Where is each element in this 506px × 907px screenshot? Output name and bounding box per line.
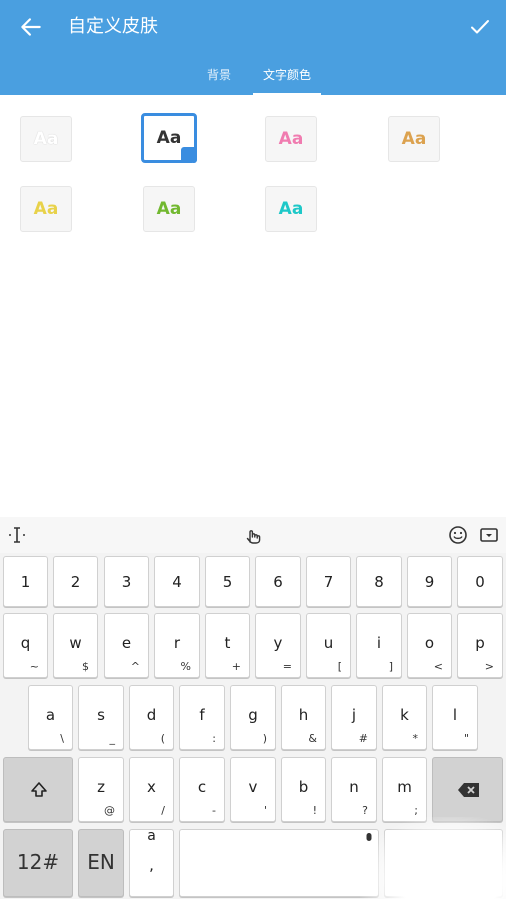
emoji-icon[interactable] xyxy=(447,524,469,546)
key-f[interactable]: f: xyxy=(179,685,225,750)
key-e[interactable]: e ^ xyxy=(104,613,149,678)
key-i[interactable]: i] xyxy=(356,613,402,678)
key-x[interactable]: x / xyxy=(129,757,174,822)
key-w[interactable]: w $ xyxy=(53,613,98,678)
key-n[interactable]: n? xyxy=(331,757,377,822)
space-bar[interactable] xyxy=(179,829,379,897)
confirm-check-icon[interactable] xyxy=(468,14,492,40)
numbers-symbols-key[interactable]: 12# xyxy=(3,829,73,897)
key-p[interactable]: p > xyxy=(457,613,503,678)
backspace-icon xyxy=(458,783,479,797)
key-1[interactable]: 1 xyxy=(3,556,48,607)
key-t[interactable]: t + xyxy=(205,613,250,678)
key-7[interactable]: 7 xyxy=(306,556,351,607)
key-h[interactable]: h & xyxy=(281,685,326,750)
tab-background[interactable]: 背景 xyxy=(190,58,248,95)
key-g[interactable]: g) xyxy=(230,685,276,750)
back-arrow-icon[interactable] xyxy=(18,14,44,40)
key-u[interactable]: u[ xyxy=(306,613,351,678)
swatch-orange[interactable]: Aa xyxy=(388,116,440,162)
swatch-yellow[interactable]: Aa xyxy=(20,186,72,232)
swatch-green[interactable]: Aa xyxy=(143,186,195,232)
key-q[interactable]: q ~ xyxy=(3,613,48,678)
key-v[interactable]: v ' xyxy=(230,757,276,822)
key-o[interactable]: o < xyxy=(407,613,452,678)
key-2[interactable]: 2 xyxy=(53,556,98,607)
backspace-key[interactable] xyxy=(432,757,503,822)
language-key[interactable]: EN xyxy=(78,829,124,897)
text-cursor-icon[interactable] xyxy=(6,524,28,546)
key-a[interactable]: a \ xyxy=(28,685,73,750)
key-3[interactable]: 3 xyxy=(104,556,149,607)
key-0[interactable]: 0 xyxy=(457,556,503,607)
key-8[interactable]: 8 xyxy=(356,556,402,607)
key-l[interactable]: l " xyxy=(432,685,478,750)
key-b[interactable]: b! xyxy=(281,757,326,822)
key-d[interactable]: d( xyxy=(129,685,174,750)
swatch-white[interactable]: Aa xyxy=(20,116,72,162)
key-6[interactable]: 6 xyxy=(255,556,301,607)
keyboard-hide-icon[interactable] xyxy=(478,524,500,546)
key-j[interactable]: j # xyxy=(331,685,377,750)
soft-keyboard: 1 2 3 4 5 6 7 8 9 0 q ~ w $ e ^ r% t + y = u[… xyxy=(0,517,506,907)
handwriting-icon[interactable] xyxy=(242,524,264,546)
key-y[interactable]: y = xyxy=(255,613,301,678)
shift-arrow-icon xyxy=(31,782,47,797)
tab-bar: 背景 文字颜色 xyxy=(0,58,506,95)
key-r[interactable]: r% xyxy=(154,613,200,678)
page-title: 自定义皮肤 xyxy=(68,16,158,37)
key-z[interactable]: z @ xyxy=(78,757,124,822)
swatch-dark-gray[interactable]: Aa xyxy=(141,113,197,171)
key-m[interactable]: m; xyxy=(382,757,427,822)
selected-check-icon xyxy=(181,147,197,171)
tab-text-color[interactable]: 文字颜色 xyxy=(253,58,321,95)
keyboard-toolbar xyxy=(0,517,506,553)
shift-key[interactable] xyxy=(3,757,73,822)
glare-overlay xyxy=(360,817,506,907)
punctuation-key[interactable]: a , xyxy=(129,828,174,897)
key-k[interactable]: k * xyxy=(382,685,427,750)
app-bar: 自定义皮肤 背景 文字颜色 xyxy=(0,0,506,95)
key-s[interactable]: s _ xyxy=(78,685,124,750)
key-9[interactable]: 9 xyxy=(407,556,452,607)
key-5[interactable]: 5 xyxy=(205,556,250,607)
key-c[interactable]: c- xyxy=(179,757,225,822)
swatch-cyan[interactable]: Aa xyxy=(265,186,317,232)
swatch-pink[interactable]: Aa xyxy=(265,116,317,162)
key-4[interactable]: 4 xyxy=(154,556,200,607)
